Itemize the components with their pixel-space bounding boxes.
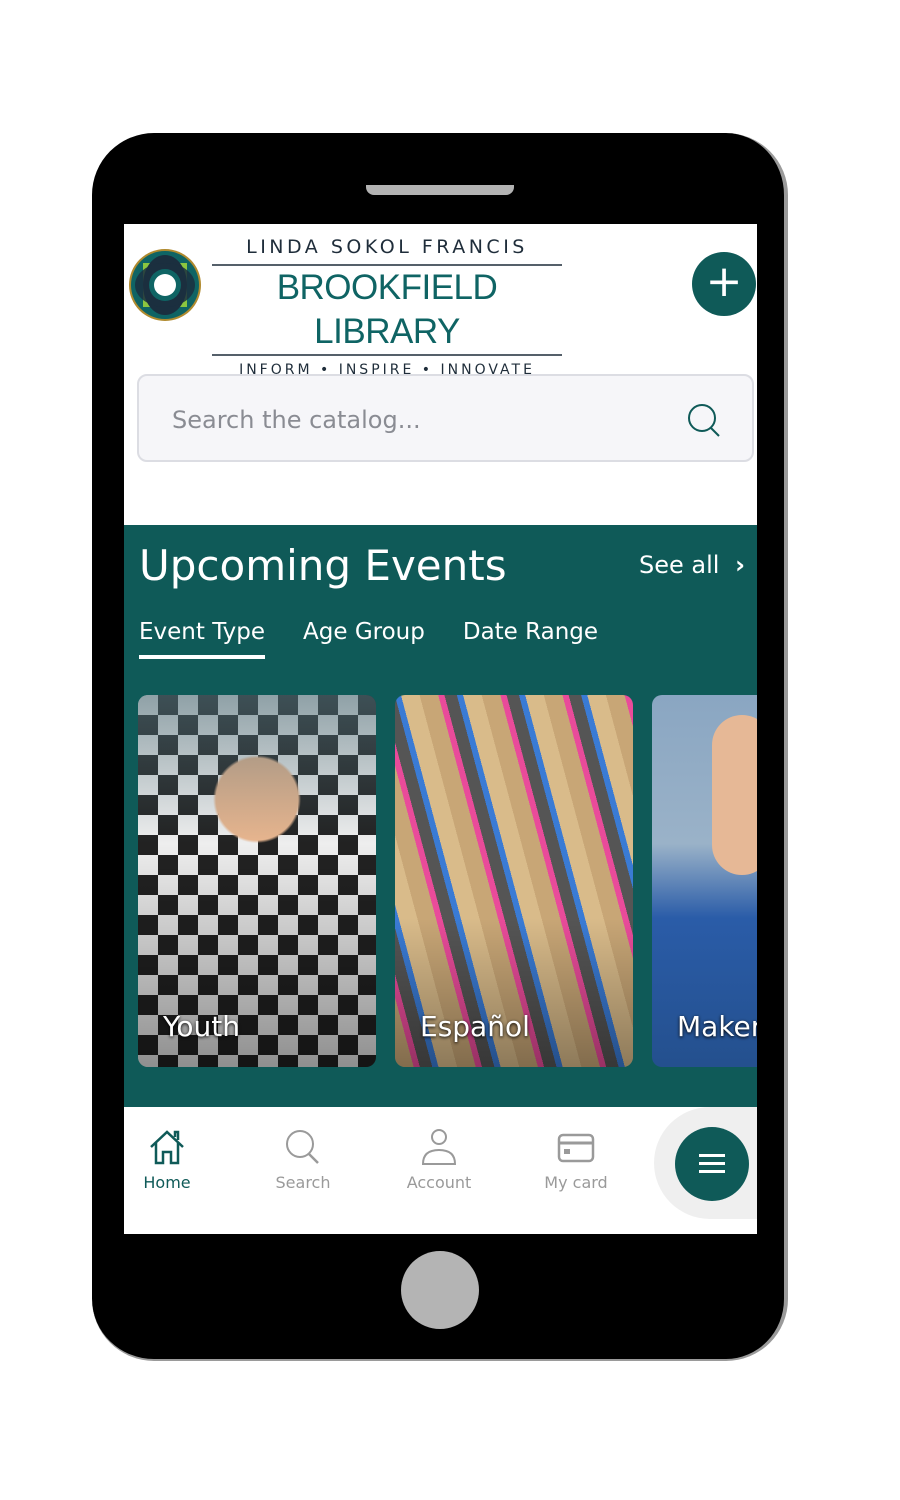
event-card-youth[interactable]: Youth [138,695,376,1067]
tab-date-range[interactable]: Date Range [463,619,598,659]
section-title: Upcoming Events [139,541,507,590]
card-icon [557,1133,595,1163]
upcoming-events-section: Upcoming Events See all › Event Type Age… [124,525,757,1107]
nav-label: Search [275,1173,331,1192]
speaker [366,185,514,195]
card-label: Youth [163,1010,240,1043]
brand-line1: LINDA SOKOL FRANCIS [212,236,562,266]
brand-name: BROOKFIELD LIBRARY [212,266,562,356]
home-icon [150,1130,184,1165]
bottom-nav: Home Search Account My card [124,1107,757,1234]
account-icon [421,1129,457,1165]
nav-home[interactable]: Home [124,1127,217,1192]
see-all-link[interactable]: See all › [639,551,745,579]
search-icon[interactable] [686,402,722,438]
card-label: Maker [677,1010,757,1043]
nav-label: Home [143,1173,191,1192]
add-button[interactable]: + [692,252,756,316]
plus-icon: + [705,256,743,307]
search-placeholder: Search the catalog... [172,406,421,434]
see-all-label: See all [639,551,720,579]
event-card-maker[interactable]: Maker [652,695,757,1067]
card-label: Español [420,1010,530,1043]
library-brand: LINDA SOKOL FRANCIS BROOKFIELD LIBRARY I… [212,236,562,378]
nav-my-card[interactable]: My card [526,1127,626,1192]
nav-label: Account [406,1173,472,1192]
search-icon [286,1130,319,1164]
menu-button[interactable] [675,1127,749,1201]
tab-event-type[interactable]: Event Type [139,619,266,659]
home-hardware-button[interactable] [401,1251,479,1329]
nav-account[interactable]: Account [389,1127,489,1192]
library-logo [129,249,201,321]
tab-age-group[interactable]: Age Group [303,619,425,659]
nav-label: My card [544,1173,608,1192]
chevron-right-icon: › [735,551,745,579]
event-card-espanol[interactable]: Español [395,695,633,1067]
filter-tabs: Event Type Age Group Date Range [139,619,598,659]
app-screen: LINDA SOKOL FRANCIS BROOKFIELD LIBRARY I… [124,224,757,1234]
nav-search[interactable]: Search [253,1127,353,1192]
catalog-search-input[interactable]: Search the catalog... [137,374,754,462]
